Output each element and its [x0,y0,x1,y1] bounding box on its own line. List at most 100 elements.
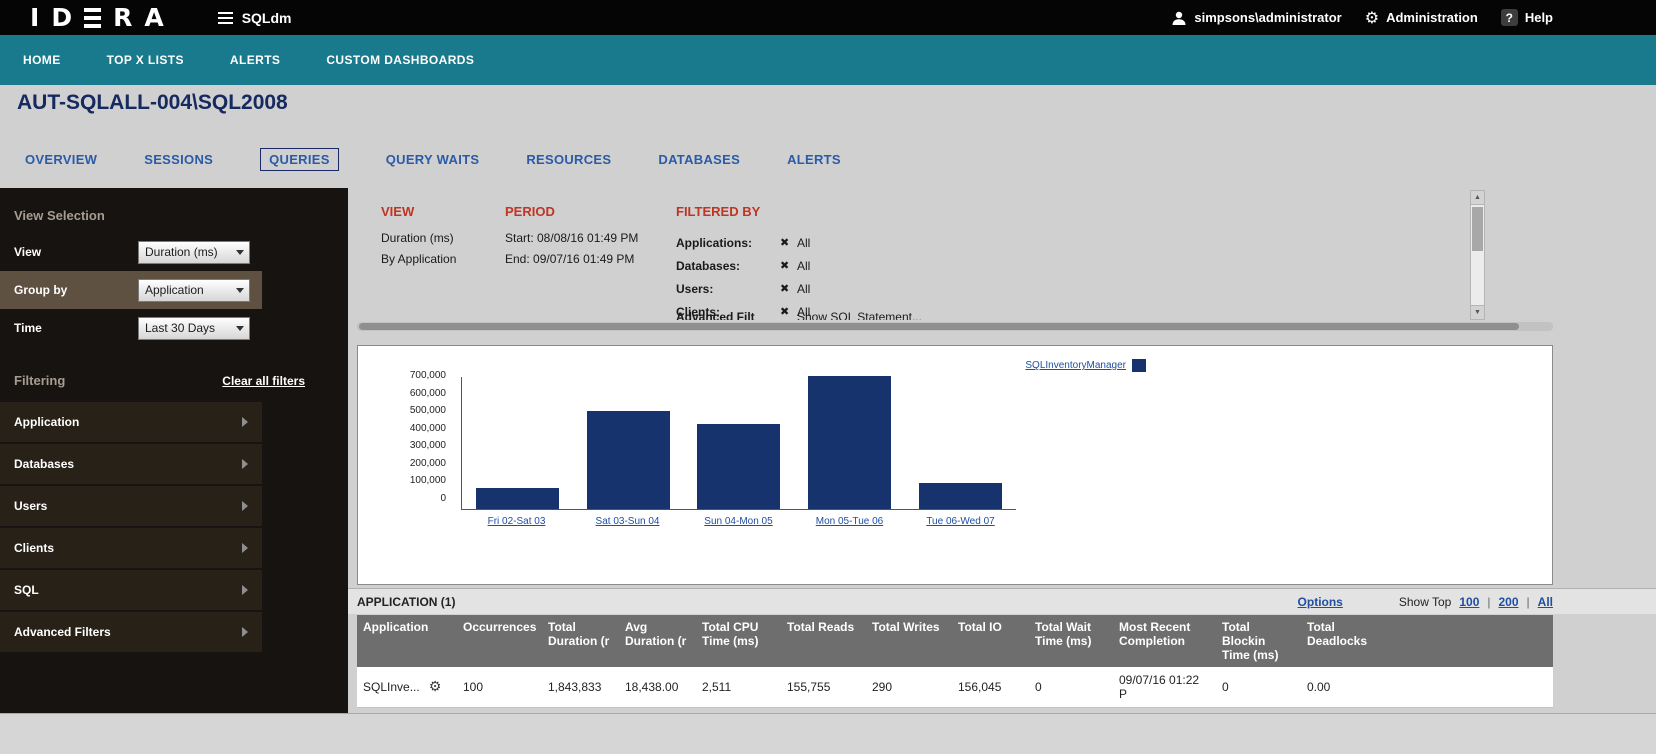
chart-plot-area [461,377,1016,510]
show-top-all-link[interactable]: All [1538,595,1553,609]
group-by-dropdown-value: Application [145,283,204,297]
bar-sun-04-mon-05[interactable] [697,424,780,509]
bar-fri-02-sat-03[interactable] [476,488,559,509]
column-header-avg-duration-r: Avg Duration (r [619,615,696,667]
help-label: Help [1525,10,1553,25]
table-cell: 156,045 [952,667,1029,707]
horizontal-scrollbar[interactable] [357,322,1553,331]
filtered-by-partial-row: Advanced Filt Show SQL Statement... [676,310,922,320]
group-by-dropdown[interactable]: Application [138,279,250,302]
x-axis-label[interactable]: Mon 05-Tue 06 [794,516,905,527]
chevron-right-icon [242,627,248,637]
filter-label: SQL [14,583,39,597]
filter-value: All [797,259,810,273]
time-dropdown[interactable]: Last 30 Days [138,317,250,340]
legend-series-link[interactable]: SQLInventoryManager [1025,360,1126,371]
sidebar-filter-databases[interactable]: Databases [0,444,262,484]
bar-chart-panel: SQLInventoryManager 700,000600,000500,00… [357,345,1553,585]
main-nav: HOME TOP X LISTS ALERTS CUSTOM DASHBOARDS [0,35,1656,85]
nav-item-alerts[interactable]: ALERTS [230,53,280,67]
scroll-down-button[interactable]: ▼ [1471,305,1484,319]
page: AUT-SQLALL-004\SQL2008 OVERVIEWSESSIONSQ… [0,85,1656,754]
filter-label: Databases [14,457,74,471]
table-cell: 0 [1216,667,1301,707]
separator: | [1487,595,1490,609]
column-header-total-wait-time-ms: Total Wait Time (ms) [1029,615,1113,667]
bar-mon-05-tue-06[interactable] [808,376,891,509]
nav-item-top-x-lists[interactable]: TOP X LISTS [107,53,184,67]
x-axis-label[interactable]: Sun 04-Mon 05 [683,516,794,527]
nav-item-home[interactable]: HOME [23,53,61,67]
bar-tue-06-wed-07[interactable] [919,483,1002,509]
remove-filter-icon[interactable]: ✖ [780,259,797,272]
filtering-header: Filtering Clear all filters [0,373,305,388]
application-table: ApplicationOccurrencesTotal Duration (rA… [357,615,1553,708]
remove-filter-icon[interactable]: ✖ [780,236,797,249]
chevron-right-icon [242,543,248,553]
app-name: SQLdm [242,10,292,26]
help-menu[interactable]: ? Help [1501,9,1553,26]
table-row[interactable]: SQLInve...⚙1001,843,83318,438.002,511155… [357,667,1553,708]
bar-sat-03-sun-04[interactable] [587,411,670,509]
app-name-group: SQLdm [218,10,292,26]
sidebar-filter-users[interactable]: Users [0,486,262,526]
sidebar-filter-sql[interactable]: SQL [0,570,262,610]
row-actions-gear-icon[interactable]: ⚙ [429,680,442,694]
view-label: View [14,245,138,259]
gear-icon: ⚙ [1365,10,1379,26]
vertical-scroll-thumb[interactable] [1472,207,1483,251]
x-axis-label[interactable]: Tue 06-Wed 07 [905,516,1016,527]
tab-resources[interactable]: RESOURCES [526,149,611,170]
hamburger-menu-icon[interactable] [218,12,233,24]
remove-filter-icon[interactable]: ✖ [780,282,797,295]
show-top-200-link[interactable]: 200 [1499,595,1519,609]
bar-group [462,488,573,509]
table-header-row: ApplicationOccurrencesTotal Duration (rA… [357,615,1553,667]
cell-value: 1,843,833 [548,680,601,694]
tab-overview[interactable]: OVERVIEW [25,149,97,170]
scroll-up-button[interactable]: ▲ [1471,191,1484,205]
table-cell-filler [1384,667,1553,707]
administration-label: Administration [1386,10,1478,25]
clear-all-filters-link[interactable]: Clear all filters [222,374,305,388]
sidebar-filter-advanced-filters[interactable]: Advanced Filters [0,612,262,652]
horizontal-scroll-thumb[interactable] [359,323,1519,330]
filter-label: Application [14,415,79,429]
tab-queries[interactable]: QUERIES [260,148,339,171]
x-axis-label[interactable]: Sat 03-Sun 04 [572,516,683,527]
nav-item-custom-dashboards[interactable]: CUSTOM DASHBOARDS [326,53,474,67]
administration-menu[interactable]: ⚙ Administration [1365,10,1478,26]
period-end: End: 09/07/16 01:49 PM [505,252,638,266]
x-axis-label[interactable]: Fri 02-Sat 03 [461,516,572,527]
table-body: SQLInve...⚙1001,843,83318,438.002,511155… [357,667,1553,708]
time-dropdown-value: Last 30 Days [145,321,215,335]
topbar-right: simpsons\administrator ⚙ Administration … [1157,9,1656,26]
user-menu[interactable]: simpsons\administrator [1171,10,1341,25]
view-row: View Duration (ms) [0,233,262,271]
tab-sessions[interactable]: SESSIONS [144,149,213,170]
filtered-by-title: FILTERED BY [676,204,810,219]
view-dropdown[interactable]: Duration (ms) [138,241,250,264]
y-axis-tick-labels: 700,000600,000500,000400,000300,000200,0… [358,371,446,504]
info-vertical-scrollbar[interactable]: ▲ ▼ [1470,190,1485,320]
filtered-by-summary: FILTERED BY Applications:✖AllDatabases:✖… [676,204,810,320]
options-link[interactable]: Options [1298,595,1343,609]
cell-value: 18,438.00 [625,680,678,694]
sidebar: View Selection View Duration (ms) Group … [0,188,348,713]
sidebar-filter-clients[interactable]: Clients [0,528,262,568]
tab-alerts[interactable]: ALERTS [787,149,841,170]
filter-name: Applications: [676,236,780,250]
y-tick-label: 500,000 [358,406,446,416]
table-cell: 18,438.00 [619,667,696,707]
tab-query-waits[interactable]: QUERY WAITS [386,149,480,170]
filtered-by-partial-label: Advanced Filt [676,310,797,320]
tab-databases[interactable]: DATABASES [658,149,740,170]
period-start: Start: 08/08/16 01:49 PM [505,231,638,245]
table-section-title: APPLICATION (1) [357,595,455,609]
show-top-100-link[interactable]: 100 [1459,595,1479,609]
column-header-total-cpu-time-ms: Total CPU Time (ms) [696,615,781,667]
sidebar-filter-application[interactable]: Application [0,402,262,442]
cell-value: 155,755 [787,680,830,694]
cell-value: 100 [463,680,483,694]
bar-group [573,411,684,509]
